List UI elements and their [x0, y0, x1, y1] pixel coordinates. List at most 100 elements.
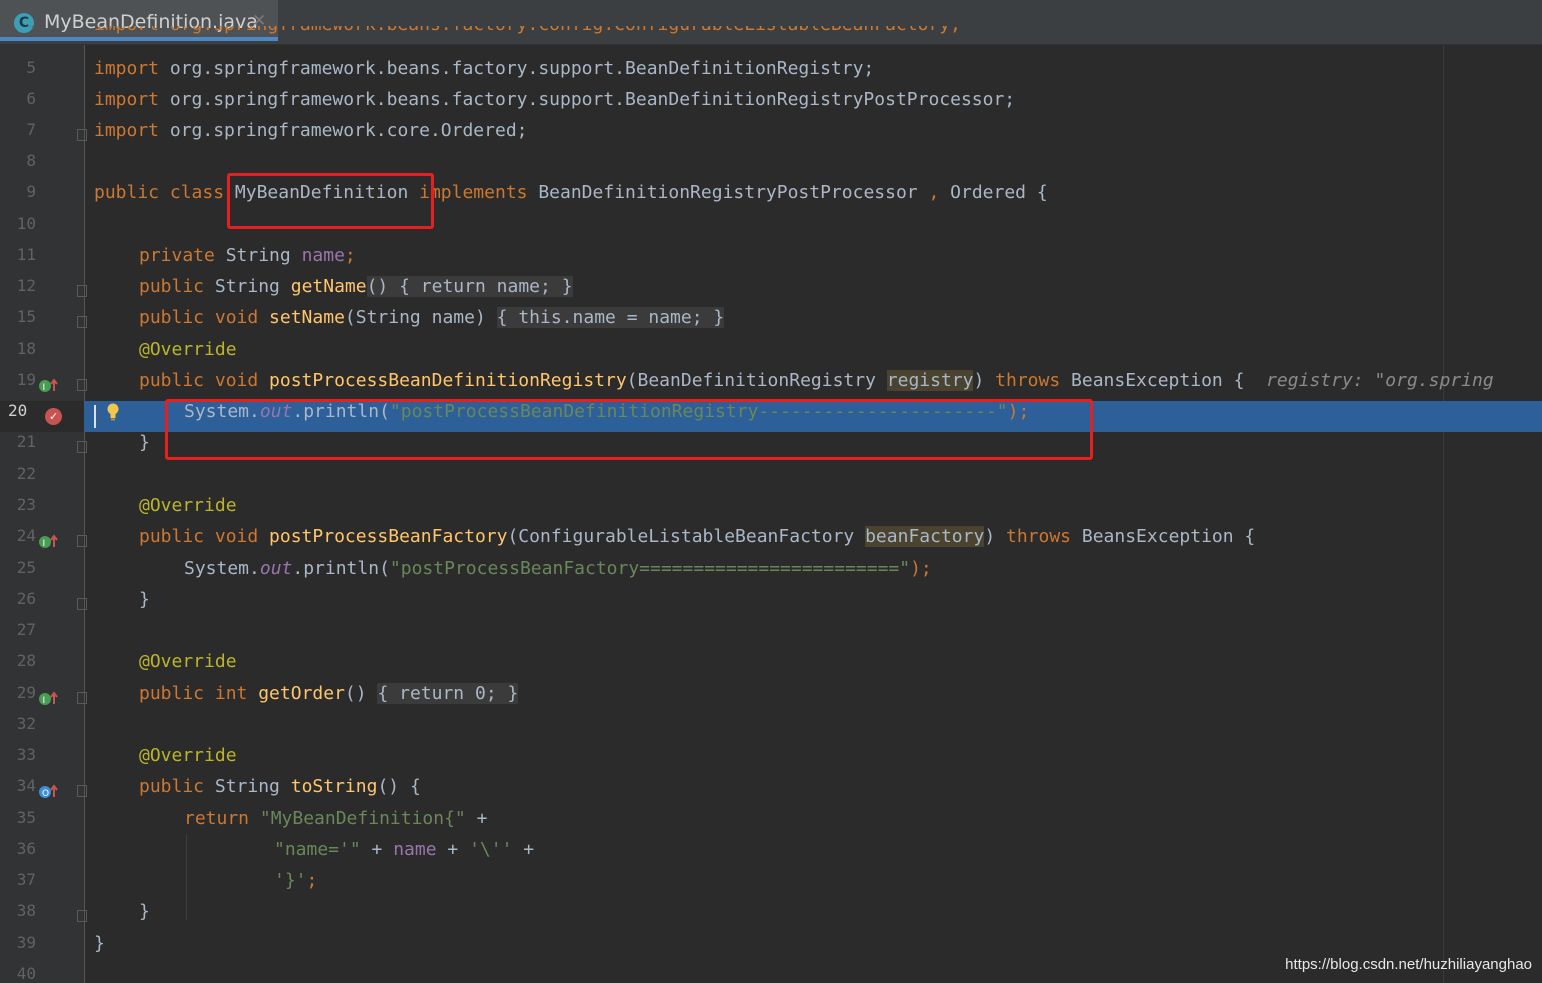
- svg-text:O: O: [42, 789, 49, 799]
- implements-method-icon[interactable]: I: [38, 533, 60, 551]
- fold-start-icon[interactable]: [77, 535, 87, 547]
- code-text: }: [507, 683, 519, 704]
- code-text: org.springframework.beans.factory.suppor…: [159, 58, 875, 79]
- code-text: }: [94, 933, 105, 954]
- code-line: 29 I public int getOrder() { return 0; }: [0, 683, 1542, 714]
- code-text: (String name): [344, 307, 497, 328]
- line-number: 22: [16, 464, 36, 483]
- code-text: {: [377, 683, 400, 704]
- keyword: public void: [139, 307, 270, 328]
- keyword: throws: [995, 370, 1061, 391]
- svg-text:I: I: [43, 539, 46, 549]
- code-line: 28 @Override: [0, 651, 1542, 682]
- code-text: (BeanDefinitionRegistry: [626, 370, 887, 391]
- code-text: +: [465, 808, 488, 829]
- keyword: public: [139, 276, 205, 297]
- code-text: +: [360, 839, 394, 860]
- fold-start-icon[interactable]: [77, 379, 87, 391]
- line-number: 10: [16, 214, 36, 233]
- code-text: ;: [691, 307, 714, 328]
- line-number: 38: [16, 901, 36, 920]
- svg-text:I: I: [43, 696, 46, 706]
- text-cursor: [94, 405, 96, 428]
- lightbulb-icon[interactable]: [106, 403, 120, 421]
- fold-end-icon[interactable]: [77, 441, 87, 453]
- keyword: this: [518, 307, 562, 328]
- code-line: 19 I public void postProcessBeanDefiniti…: [0, 370, 1542, 401]
- code-line: 4 import org.springframework.beans.facto…: [0, 26, 1542, 45]
- code-text: = name: [615, 307, 692, 328]
- code-text: BeansException {: [1071, 526, 1256, 547]
- fold-expand-icon[interactable]: [77, 285, 87, 297]
- line-number: 32: [16, 714, 36, 733]
- line-number: 25: [16, 558, 36, 577]
- svg-text:I: I: [43, 383, 46, 393]
- code-text: }: [713, 307, 725, 328]
- line-number: 29: [16, 683, 36, 702]
- line-number: 18: [16, 339, 36, 358]
- code-line: 24 I public void postProcessBeanFactory(…: [0, 526, 1542, 557]
- code-line: 12 public String getName() { return name…: [0, 276, 1542, 307]
- fold-start-icon[interactable]: [77, 785, 87, 797]
- fold-end-icon[interactable]: [77, 910, 87, 922]
- implements-method-icon[interactable]: I: [38, 377, 60, 395]
- fold-expand-icon[interactable]: [77, 692, 87, 704]
- code-line: 25 System.out.println("postProcessBeanFa…: [0, 558, 1542, 589]
- fold-end-icon[interactable]: [77, 598, 87, 610]
- annotation: @Override: [139, 651, 237, 672]
- breakpoint-icon[interactable]: ✓: [45, 408, 62, 425]
- line-number: 11: [16, 245, 36, 264]
- highlight-box-println: [165, 399, 1093, 460]
- line-number: 9: [26, 182, 36, 201]
- string-literal: "MyBeanDefinition{": [259, 808, 466, 829]
- field-name: name: [301, 245, 345, 266]
- line-number: 34: [16, 776, 36, 795]
- keyword: return: [184, 808, 260, 829]
- code-text: ,: [917, 182, 940, 203]
- keyword: public: [139, 776, 205, 797]
- keyword: public class: [94, 182, 235, 203]
- code-text: System.: [184, 558, 260, 579]
- parameter-name: registry: [886, 370, 974, 391]
- watermark: https://blog.csdn.net/huzhiliayanghao: [1285, 956, 1532, 973]
- code-text: }: [139, 432, 150, 453]
- code-line: 27: [0, 620, 1542, 651]
- code-text: ;: [540, 276, 562, 297]
- fold-expand-icon[interactable]: [77, 316, 87, 328]
- code-text: (): [366, 276, 400, 297]
- code-text: {: [399, 276, 421, 297]
- string-literal: '}': [274, 870, 307, 891]
- code-text: ): [973, 370, 996, 391]
- code-line: 22: [0, 464, 1542, 495]
- code-line: 6 import org.springframework.beans.facto…: [0, 89, 1542, 120]
- code-text: ): [984, 526, 1006, 547]
- keyword: return: [420, 276, 497, 297]
- code-line: 23 @Override: [0, 495, 1542, 526]
- line-number: 20: [0, 401, 84, 432]
- field-name: out: [259, 558, 293, 579]
- code-line: 33 @Override: [0, 745, 1542, 776]
- check-icon: ✓: [49, 410, 59, 423]
- line-number: 7: [26, 120, 36, 139]
- line-number: 8: [26, 151, 36, 170]
- line-number: 23: [16, 495, 36, 514]
- fold-end-icon[interactable]: [77, 129, 87, 141]
- code-text: }: [561, 276, 573, 297]
- keyword: import: [94, 120, 160, 141]
- code-line: 15 public void setName(String name) { th…: [0, 307, 1542, 338]
- keyword: private: [139, 245, 215, 266]
- parameter-name: beanFactory: [865, 526, 985, 547]
- number-literal: 0: [474, 683, 486, 704]
- code-text: .: [561, 307, 573, 328]
- override-method-icon[interactable]: O: [38, 783, 60, 801]
- code-text: +: [436, 839, 470, 860]
- code-line: 38 }: [0, 901, 1542, 932]
- field-name: name: [572, 307, 616, 328]
- code-text: () {: [377, 776, 421, 797]
- code-text: BeanDefinitionRegistryPostProcessor: [527, 182, 918, 203]
- line-number: 4: [0, 26, 36, 45]
- code-line: 11 private String name;: [0, 245, 1542, 276]
- code-text: ;: [344, 245, 356, 266]
- implements-method-icon[interactable]: I: [38, 690, 60, 708]
- code-line: 32: [0, 714, 1542, 745]
